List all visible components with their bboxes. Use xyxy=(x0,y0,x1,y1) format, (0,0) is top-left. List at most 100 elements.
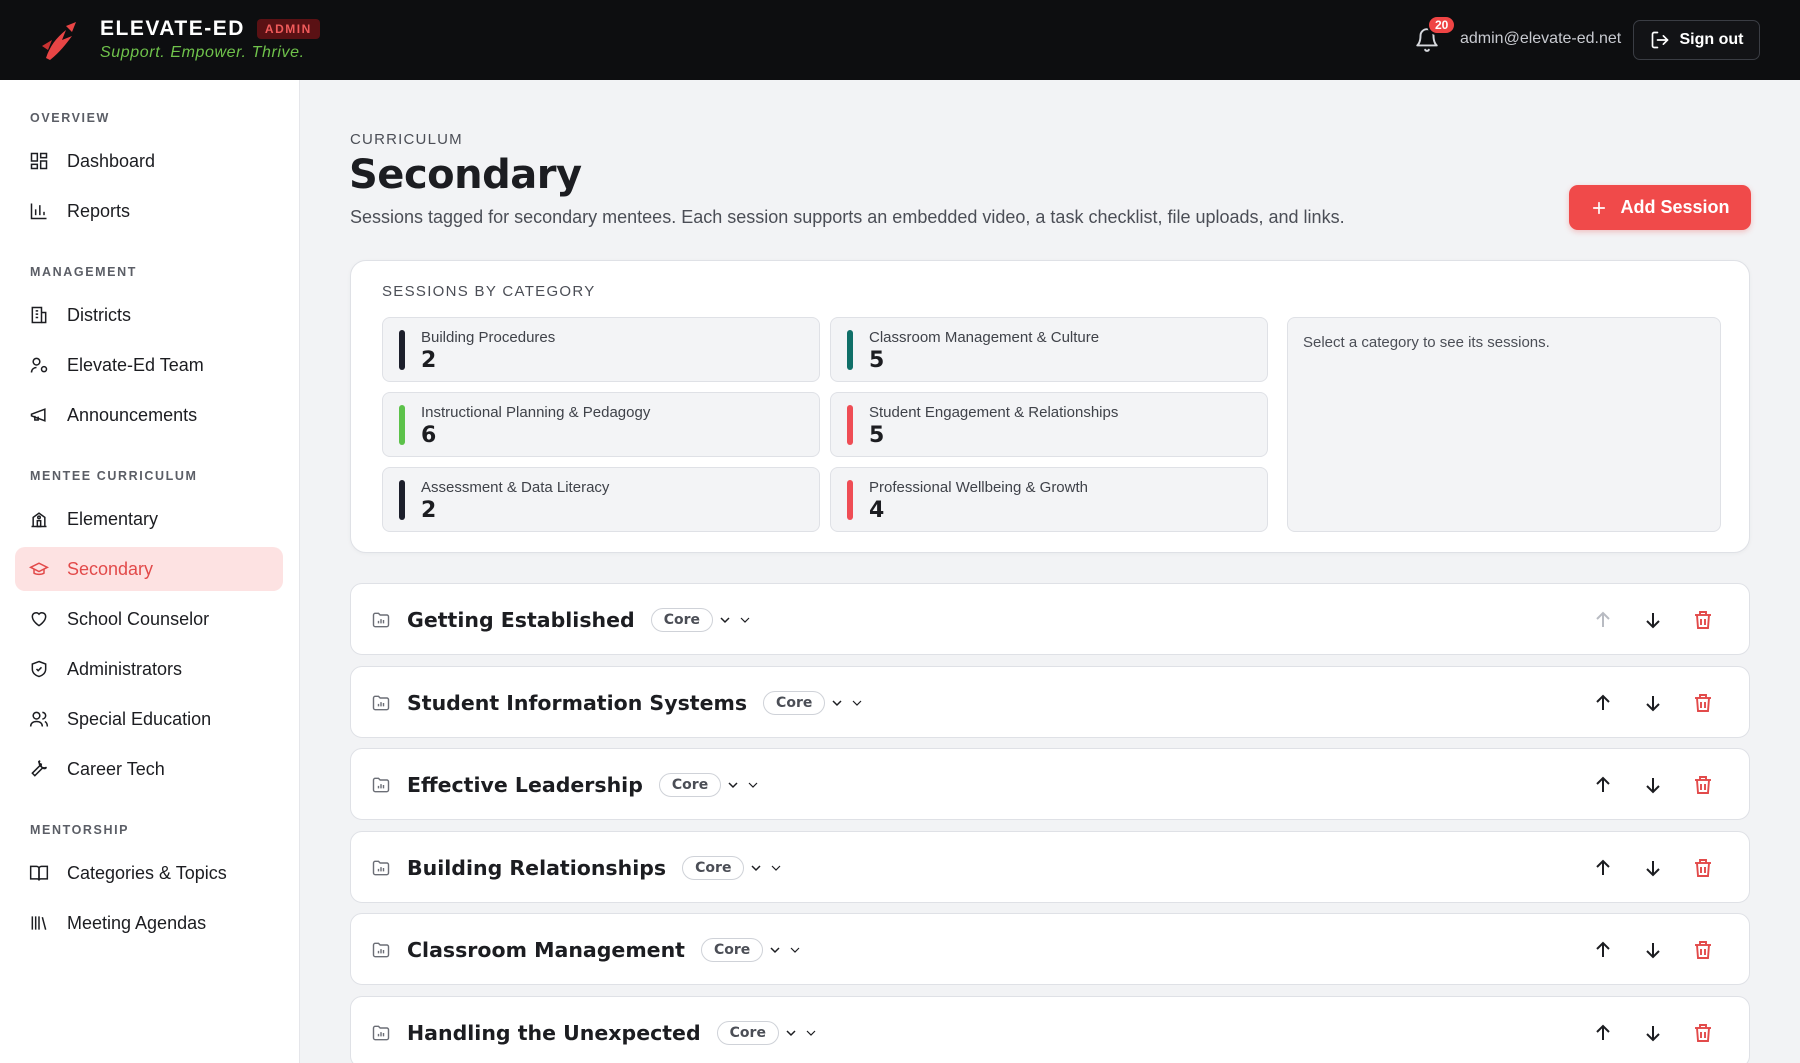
sidebar-item-meeting-agendas[interactable]: Meeting Agendas xyxy=(15,901,283,945)
move-down-icon[interactable] xyxy=(1641,608,1665,632)
heart-icon xyxy=(31,612,47,627)
move-up-icon[interactable] xyxy=(1591,938,1615,962)
move-down-icon[interactable] xyxy=(1641,938,1665,962)
chevron-down-icon[interactable] xyxy=(829,695,845,711)
move-up-icon[interactable] xyxy=(1591,856,1615,880)
category-color-bar xyxy=(847,330,853,370)
trash-icon[interactable] xyxy=(1691,608,1715,632)
sidebar: OVERVIEW Dashboard Reports MANAGEMENT Di… xyxy=(0,80,300,1063)
chevron-down-icon[interactable] xyxy=(787,942,803,958)
move-up-icon[interactable] xyxy=(1591,773,1615,797)
sidebar-item-administrators[interactable]: Administrators xyxy=(15,647,283,691)
megaphone-icon xyxy=(30,408,46,422)
move-up-icon[interactable] xyxy=(1591,691,1615,715)
session-row[interactable]: Building Relationships Core xyxy=(350,831,1750,903)
category-count: 4 xyxy=(869,498,885,523)
sidebar-item-announcements[interactable]: Announcements xyxy=(15,393,283,437)
session-row[interactable]: Effective Leadership Core xyxy=(350,748,1750,820)
session-row[interactable]: Getting Established Core xyxy=(350,583,1750,655)
session-header[interactable]: Classroom Management Core xyxy=(407,914,803,986)
sidebar-item-secondary[interactable]: Secondary xyxy=(15,547,283,591)
chevron-down-icon[interactable] xyxy=(767,942,783,958)
category-card-building-procedures[interactable]: Building Procedures 2 xyxy=(382,317,820,382)
chevron-down-icon[interactable] xyxy=(717,612,733,628)
category-name: Assessment & Data Literacy xyxy=(421,479,610,496)
chevron-down-icon[interactable] xyxy=(748,860,764,876)
category-card-student-engagement[interactable]: Student Engagement & Relationships 5 xyxy=(830,392,1268,457)
admin-badge: ADMIN xyxy=(256,19,320,39)
move-down-icon[interactable] xyxy=(1641,856,1665,880)
category-card-professional-wellbeing[interactable]: Professional Wellbeing & Growth 4 xyxy=(830,467,1268,532)
sign-out-button[interactable]: Sign out xyxy=(1633,20,1760,60)
category-card-classroom-management[interactable]: Classroom Management & Culture 5 xyxy=(830,317,1268,382)
sidebar-item-special-education[interactable]: Special Education xyxy=(15,697,283,741)
category-card-assessment-data-literacy[interactable]: Assessment & Data Literacy 2 xyxy=(382,467,820,532)
sidebar-item-reports[interactable]: Reports xyxy=(15,189,283,233)
sidebar-item-label: Meeting Agendas xyxy=(67,912,207,933)
session-header[interactable]: Handling the Unexpected Core xyxy=(407,997,819,1063)
sidebar-item-dashboard[interactable]: Dashboard xyxy=(15,139,283,183)
session-row[interactable]: Student Information Systems Core xyxy=(350,666,1750,738)
chevron-down-icon[interactable] xyxy=(803,1025,819,1041)
session-header[interactable]: Getting Established Core xyxy=(407,584,753,656)
sidebar-item-school-counselor[interactable]: School Counselor xyxy=(15,597,283,641)
session-header[interactable]: Effective Leadership Core xyxy=(407,749,761,821)
folder-chart-icon xyxy=(372,942,390,958)
trash-icon[interactable] xyxy=(1691,856,1715,880)
sidebar-item-career-tech[interactable]: Career Tech xyxy=(15,747,283,791)
move-down-icon[interactable] xyxy=(1641,691,1665,715)
chevron-down-icon[interactable] xyxy=(783,1025,799,1041)
category-name: Classroom Management & Culture xyxy=(869,329,1100,346)
chevron-down-icon[interactable] xyxy=(768,860,784,876)
category-card-instructional-planning[interactable]: Instructional Planning & Pedagogy 6 xyxy=(382,392,820,457)
chevron-down-icon[interactable] xyxy=(849,695,865,711)
category-color-bar xyxy=(847,405,853,445)
sidebar-item-categories-topics[interactable]: Categories & Topics xyxy=(15,851,283,895)
trash-icon[interactable] xyxy=(1691,773,1715,797)
category-detail-panel: Select a category to see its sessions. xyxy=(1287,317,1721,532)
bar-chart-icon xyxy=(30,203,47,220)
category-color-bar xyxy=(399,480,405,520)
move-up-icon[interactable] xyxy=(1591,608,1615,632)
folder-chart-icon xyxy=(372,695,390,711)
move-up-icon[interactable] xyxy=(1591,1021,1615,1045)
category-count: 2 xyxy=(421,498,437,523)
add-session-button[interactable]: Add Session xyxy=(1569,185,1751,230)
sessions-by-category-panel: SESSIONS BY CATEGORY Building Procedures… xyxy=(350,260,1750,553)
session-row[interactable]: Classroom Management Core xyxy=(350,913,1750,985)
category-color-bar xyxy=(399,330,405,370)
category-name: Professional Wellbeing & Growth xyxy=(869,479,1088,496)
move-down-icon[interactable] xyxy=(1641,773,1665,797)
sidebar-item-label: Administrators xyxy=(67,658,183,679)
panel-title: SESSIONS BY CATEGORY xyxy=(382,283,596,300)
sidebar-item-elementary[interactable]: Elementary xyxy=(15,497,283,541)
session-tag: Core xyxy=(682,856,745,880)
session-row[interactable]: Handling the Unexpected Core xyxy=(350,996,1750,1063)
admin-email: admin@elevate-ed.net xyxy=(1460,30,1622,47)
category-name: Instructional Planning & Pedagogy xyxy=(421,404,651,421)
sidebar-item-elevate-ed-team[interactable]: Elevate-Ed Team xyxy=(15,343,283,387)
folder-chart-icon xyxy=(372,860,390,876)
logo-icon xyxy=(42,22,76,60)
page-description: Sessions tagged for secondary mentees. E… xyxy=(350,207,1345,227)
book-open-icon xyxy=(29,865,49,881)
building-icon xyxy=(31,306,47,324)
move-down-icon[interactable] xyxy=(1641,1021,1665,1045)
trash-icon[interactable] xyxy=(1691,938,1715,962)
sidebar-item-districts[interactable]: Districts xyxy=(15,293,283,337)
trash-icon[interactable] xyxy=(1691,1021,1715,1045)
chevron-down-icon[interactable] xyxy=(745,777,761,793)
chevron-down-icon[interactable] xyxy=(737,612,753,628)
category-count: 5 xyxy=(869,423,885,448)
shield-check-icon xyxy=(31,660,47,678)
sign-out-label: Sign out xyxy=(1679,31,1744,48)
session-header[interactable]: Student Information Systems Core xyxy=(407,667,865,739)
session-header[interactable]: Building Relationships Core xyxy=(407,832,784,904)
top-bar: ELEVATE-ED ADMIN Support. Empower. Thriv… xyxy=(0,0,1800,80)
category-name: Student Engagement & Relationships xyxy=(869,404,1119,421)
trash-icon[interactable] xyxy=(1691,691,1715,715)
category-name: Building Procedures xyxy=(421,329,556,346)
chevron-down-icon[interactable] xyxy=(725,777,741,793)
sidebar-item-label: School Counselor xyxy=(67,608,210,629)
folder-chart-icon xyxy=(372,777,390,793)
